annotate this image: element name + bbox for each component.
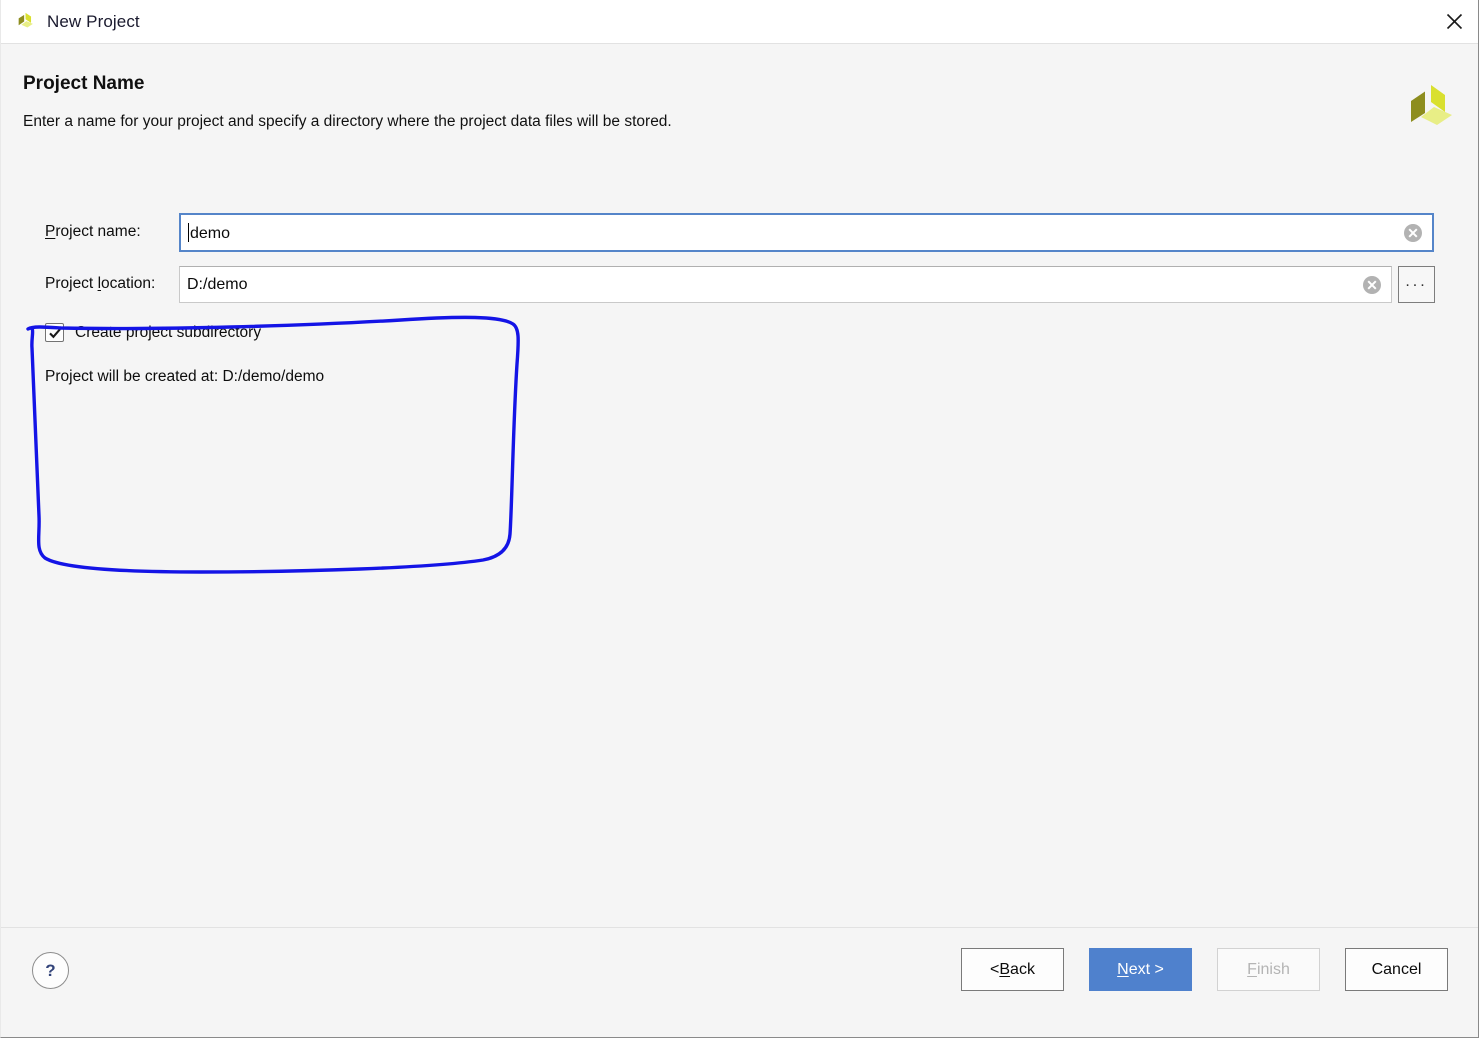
next-button-mnemonic: N bbox=[1117, 960, 1129, 978]
cancel-button[interactable]: Cancel bbox=[1345, 948, 1448, 991]
finish-button: Finish bbox=[1217, 948, 1320, 991]
page-title: Project Name bbox=[23, 73, 145, 94]
next-button[interactable]: Next > bbox=[1089, 948, 1192, 991]
back-button-mnemonic: B bbox=[999, 960, 1011, 978]
project-created-at-text: Project will be created at: D:/demo/demo bbox=[45, 368, 325, 385]
dialog-footer: ? < Back Next > Finish Cancel bbox=[1, 927, 1478, 1037]
help-button[interactable]: ? bbox=[32, 952, 69, 989]
finish-button-mnemonic: F bbox=[1247, 960, 1257, 978]
back-button-rest: ack bbox=[1010, 960, 1035, 978]
cancel-button-rest: Cancel bbox=[1371, 960, 1422, 978]
finish-button-rest: inish bbox=[1256, 960, 1290, 978]
page-subtitle: Enter a name for your project and specif… bbox=[23, 113, 672, 130]
create-subdirectory-checkbox-row[interactable]: Create project subdirectory bbox=[45, 323, 261, 342]
title-bar: New Project bbox=[1, 0, 1478, 44]
question-mark-icon: ? bbox=[45, 961, 56, 980]
back-button[interactable]: < Back bbox=[961, 948, 1064, 991]
back-button-prefix: < bbox=[990, 960, 1000, 978]
new-project-dialog: New Project Project Name Enter a name fo… bbox=[0, 0, 1479, 1038]
close-icon bbox=[1446, 13, 1462, 30]
qt-logo-icon bbox=[18, 12, 33, 27]
browse-directory-button[interactable]: ... bbox=[1398, 266, 1435, 303]
next-button-rest: ext > bbox=[1128, 960, 1164, 978]
project-location-label-a: Project bbox=[45, 275, 98, 292]
project-location-value: D:/demo bbox=[187, 275, 248, 293]
project-name-value: demo bbox=[181, 222, 1403, 243]
project-name-input[interactable]: demo bbox=[179, 213, 1434, 252]
ellipsis-icon: ... bbox=[1405, 272, 1428, 290]
project-location-input[interactable]: D:/demo bbox=[179, 266, 1392, 303]
clear-circle-icon[interactable] bbox=[1403, 223, 1423, 243]
checkmark-icon bbox=[48, 328, 61, 338]
project-name-label-mnemonic: P bbox=[45, 223, 56, 240]
dialog-button-bar: < Back Next > Finish Cancel bbox=[961, 948, 1448, 991]
project-location-label: Project location: bbox=[45, 275, 155, 293]
form-area: Project name: demo Project location: D:/… bbox=[1, 153, 1478, 927]
create-subdirectory-checkbox[interactable] bbox=[45, 323, 64, 342]
window-title: New Project bbox=[47, 11, 140, 31]
project-name-label: Project name: bbox=[45, 223, 141, 241]
annotation-highlight bbox=[26, 315, 520, 574]
qt-logo-icon bbox=[1411, 85, 1452, 125]
project-name-text: demo bbox=[190, 224, 231, 242]
clear-circle-icon[interactable] bbox=[1362, 275, 1382, 295]
create-subdirectory-label: Create project subdirectory bbox=[75, 323, 262, 341]
close-button[interactable] bbox=[1430, 0, 1478, 43]
project-location-label-rest: ocation: bbox=[101, 275, 156, 292]
project-name-label-rest: roject name: bbox=[55, 223, 141, 240]
text-caret bbox=[188, 222, 189, 242]
page-header: Project Name Enter a name for your proje… bbox=[1, 45, 1478, 153]
